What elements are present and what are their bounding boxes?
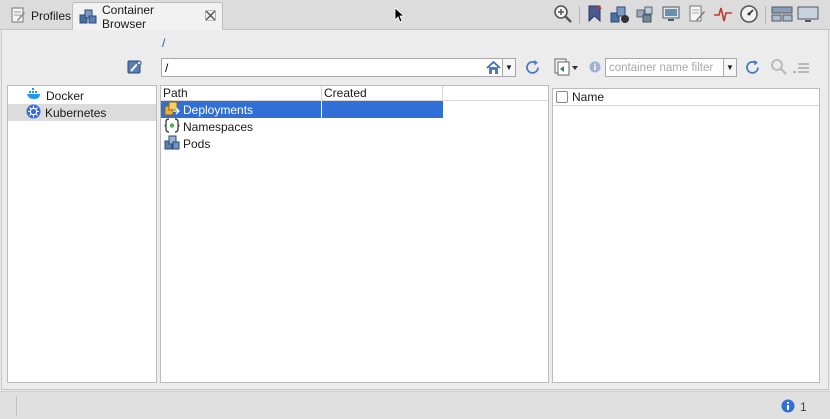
environment-tree: Docker Kubernetes	[7, 85, 157, 383]
kubernetes-icon	[26, 104, 41, 122]
status-separator	[16, 396, 17, 416]
activity-icon[interactable]	[712, 3, 734, 25]
column-header-created[interactable]: Created	[322, 86, 443, 101]
docker-icon	[26, 87, 42, 104]
pods-toolbar-icon[interactable]	[634, 3, 656, 25]
info-icon[interactable]	[781, 399, 795, 413]
breadcrumb[interactable]: /	[162, 36, 165, 50]
profiles-icon	[10, 7, 26, 26]
row-path: Namespaces	[183, 119, 254, 134]
table-row-pods[interactable]: Pods	[161, 135, 443, 152]
dashboard-icon[interactable]	[738, 3, 760, 25]
refresh-containers-button[interactable]	[743, 58, 762, 77]
notification-count: 1	[800, 400, 807, 414]
container-filter-input[interactable]	[606, 59, 723, 76]
monitor-icon[interactable]	[660, 3, 682, 25]
column-header-name-label: Name	[572, 90, 605, 104]
pods-icon	[164, 135, 180, 153]
container-browser-icon	[79, 7, 97, 28]
tab-profiles[interactable]: Profiles	[4, 2, 72, 30]
connection-settings-button[interactable]	[126, 58, 144, 76]
path-combobox[interactable]: ▼	[161, 58, 516, 77]
chevron-down-icon[interactable]: ▼	[502, 59, 515, 76]
tab-profiles-label: Profiles	[31, 9, 72, 23]
row-created	[322, 118, 443, 135]
containers-icon[interactable]	[609, 3, 631, 25]
namespaces-icon	[164, 117, 180, 136]
container-filter-combobox[interactable]: ▼	[605, 58, 737, 77]
zoom-in-icon[interactable]	[552, 3, 574, 25]
info-icon	[589, 61, 601, 73]
row-path: Deployments	[183, 102, 254, 117]
row-created	[322, 101, 443, 118]
row-created	[322, 135, 443, 152]
column-header-filler	[443, 86, 548, 101]
tab-container-browser[interactable]: Container Browser	[72, 2, 223, 31]
screen-icon[interactable]	[797, 3, 819, 25]
resource-table: Path Created Deployments Namespaces Pods	[160, 85, 549, 383]
tree-item-docker[interactable]: Docker	[8, 87, 156, 104]
home-icon[interactable]	[484, 59, 502, 76]
tab-container-browser-label: Container Browser	[102, 3, 155, 31]
toolbar-separator	[765, 6, 766, 24]
toolbar-separator	[579, 6, 580, 24]
tree-item-kubernetes[interactable]: Kubernetes	[8, 104, 156, 121]
column-header-path[interactable]: Path	[161, 86, 322, 101]
path-input[interactable]	[162, 59, 484, 76]
table-row-deployments[interactable]: Deployments	[161, 101, 443, 118]
bookmark-icon[interactable]	[584, 3, 606, 25]
refresh-path-button[interactable]	[523, 58, 542, 77]
table-row-namespaces[interactable]: Namespaces	[161, 117, 443, 136]
column-header-name[interactable]: Name	[553, 89, 819, 106]
layout-split-icon[interactable]	[771, 3, 793, 25]
edit-document-icon[interactable]	[686, 3, 708, 25]
container-list: Name	[552, 88, 820, 383]
tree-item-label: Kubernetes	[45, 105, 107, 120]
deployments-icon	[164, 101, 180, 119]
list-options-icon[interactable]	[792, 59, 810, 77]
close-icon[interactable]	[205, 10, 216, 24]
chevron-down-icon[interactable]: ▼	[723, 59, 736, 76]
mouse-cursor-icon	[394, 7, 406, 26]
select-all-checkbox[interactable]	[556, 91, 568, 103]
status-bar	[0, 391, 830, 419]
row-path: Pods	[183, 136, 211, 151]
copy-to-clipboard-button[interactable]	[553, 57, 579, 77]
tree-item-label: Docker	[46, 88, 85, 103]
search-icon[interactable]	[770, 58, 788, 76]
